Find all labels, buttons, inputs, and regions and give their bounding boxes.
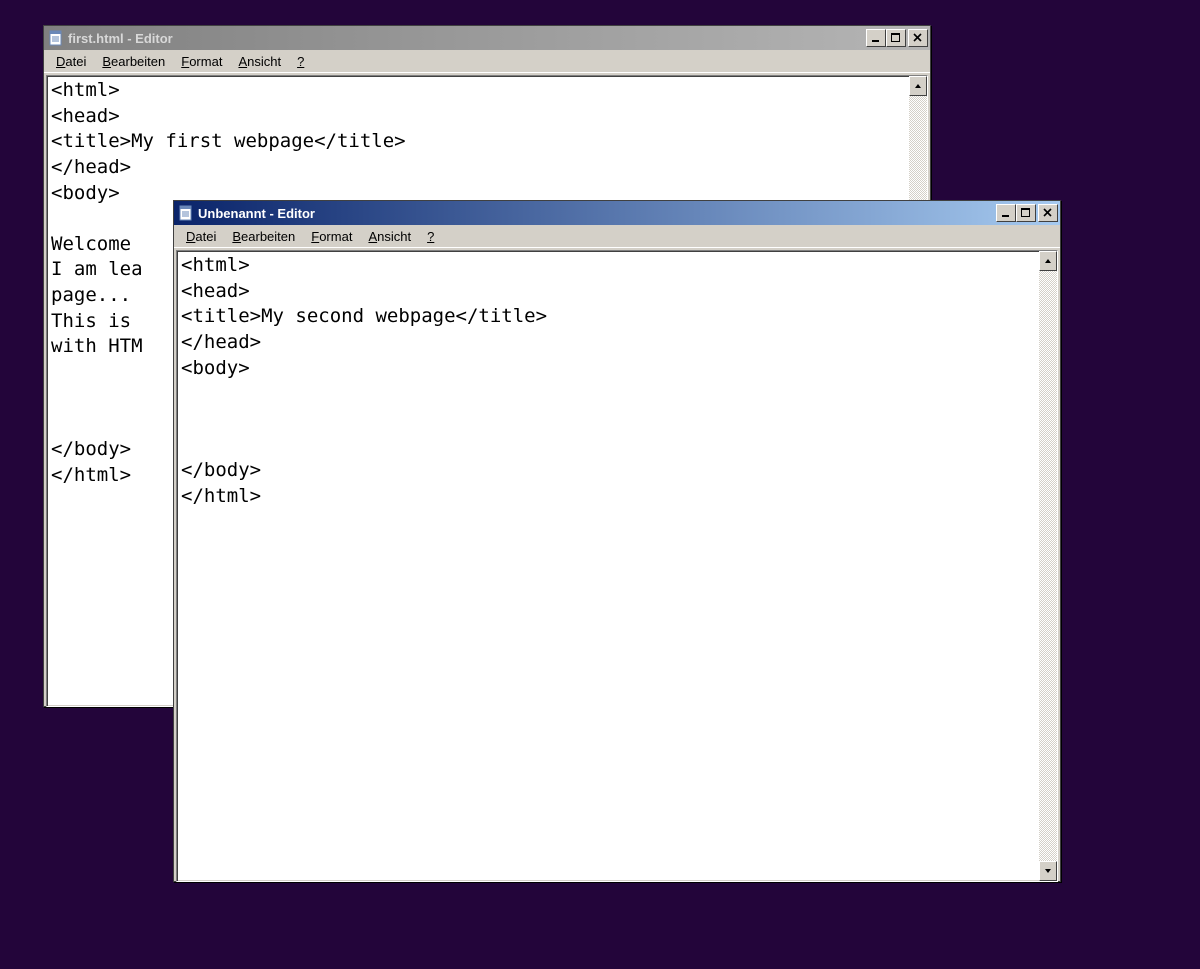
menu-help[interactable]: ? (419, 227, 442, 246)
menu-bearbeiten[interactable]: Bearbeiten (224, 227, 303, 246)
notepad-icon (48, 30, 64, 46)
titlebar[interactable]: Unbenannt - Editor (174, 201, 1060, 225)
vertical-scrollbar[interactable] (1039, 251, 1057, 881)
window-title: Unbenannt - Editor (198, 206, 996, 221)
scroll-up-button[interactable] (909, 76, 927, 96)
menu-format[interactable]: Format (303, 227, 360, 246)
scroll-down-button[interactable] (1039, 861, 1057, 881)
menubar: Datei Bearbeiten Format Ansicht ? (174, 225, 1060, 248)
client-area: <html> <head> <title>My second webpage</… (176, 250, 1058, 882)
menu-format[interactable]: Format (173, 52, 230, 71)
menu-ansicht[interactable]: Ansicht (360, 227, 419, 246)
editor-window-unbenannt: Unbenannt - Editor Datei Bearbeiten Form… (173, 200, 1061, 882)
window-controls (866, 29, 928, 47)
minimize-button[interactable] (996, 204, 1016, 222)
scroll-track[interactable] (1039, 271, 1057, 861)
notepad-icon (178, 205, 194, 221)
close-button[interactable] (908, 29, 928, 47)
menubar: Datei Bearbeiten Format Ansicht ? (44, 50, 930, 73)
menu-datei[interactable]: Datei (178, 227, 224, 246)
menu-ansicht[interactable]: Ansicht (230, 52, 289, 71)
maximize-button[interactable] (886, 29, 906, 47)
window-controls (996, 204, 1058, 222)
menu-datei[interactable]: Datei (48, 52, 94, 71)
text-editor[interactable]: <html> <head> <title>My second webpage</… (177, 251, 1039, 881)
menu-help[interactable]: ? (289, 52, 312, 71)
close-button[interactable] (1038, 204, 1058, 222)
minimize-button[interactable] (866, 29, 886, 47)
scroll-up-button[interactable] (1039, 251, 1057, 271)
window-title: first.html - Editor (68, 31, 866, 46)
maximize-button[interactable] (1016, 204, 1036, 222)
menu-bearbeiten[interactable]: Bearbeiten (94, 52, 173, 71)
titlebar[interactable]: first.html - Editor (44, 26, 930, 50)
